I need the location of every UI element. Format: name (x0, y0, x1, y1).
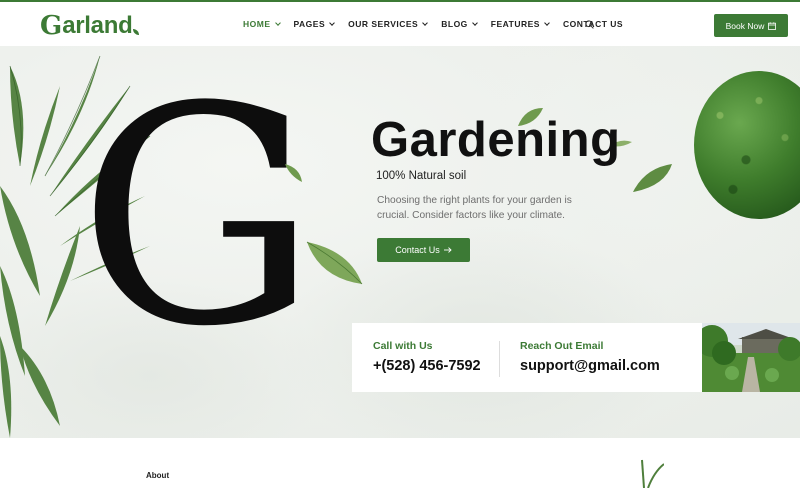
chevron-down-icon (274, 19, 281, 26)
nav-label: HOME (243, 19, 271, 29)
logo-leaf-icon (133, 29, 140, 35)
hero-section: G Gardening 100% Natural soil Choosing t… (0, 46, 800, 438)
contact-us-button[interactable]: Contact Us (377, 238, 470, 262)
chevron-down-icon (329, 19, 335, 26)
chevron-down-icon (544, 19, 550, 26)
main-nav: HOME PAGES OUR SERVICES BLOG FEATURES CO… (243, 16, 637, 32)
arrow-right-icon (443, 247, 452, 253)
site-logo[interactable]: Garland (40, 11, 140, 41)
book-now-button[interactable]: Book Now (714, 14, 788, 37)
email-block: Reach Out Email support@gmail.com (520, 340, 660, 374)
contact-info-box: Call with Us +(528) 456-7592 Reach Out E… (352, 323, 702, 392)
nav-item-blog[interactable]: BLOG (441, 16, 478, 32)
phone-number[interactable]: +(528) 456-7592 (373, 358, 481, 374)
site-header: Garland HOME PAGES OUR SERVICES BLOG FEA… (0, 2, 800, 46)
about-label: About (146, 471, 170, 480)
nav-item-pages[interactable]: PAGES (294, 16, 335, 32)
logo-initial: G (40, 11, 63, 41)
chevron-down-icon (422, 19, 429, 26)
email-label: Reach Out Email (520, 340, 604, 352)
nav-label: PAGES (293, 19, 326, 29)
about-section (0, 438, 800, 488)
chevron-down-icon (471, 19, 478, 26)
logo-text: arland (62, 12, 133, 39)
call-block: Call with Us +(528) 456-7592 (373, 340, 481, 374)
hero-headline: Gardening (371, 113, 621, 167)
hero-tagline: 100% Natural soil (376, 170, 467, 182)
nav-label: FEATURES (490, 19, 540, 29)
contact-us-label: Contact Us (395, 245, 440, 255)
garden-path-image (702, 323, 800, 392)
book-now-label: Book Now (725, 20, 765, 31)
hero-description: Choosing the right plants for your garde… (377, 195, 572, 221)
nav-item-features[interactable]: FEATURES (490, 16, 550, 32)
calendar-icon (768, 21, 777, 30)
nav-item-home[interactable]: HOME (243, 16, 281, 32)
nav-label: BLOG (441, 19, 468, 29)
plant-sprig-icon (641, 459, 664, 488)
email-address[interactable]: support@gmail.com (520, 358, 660, 374)
nav-label: OUR SERVICES (348, 19, 419, 29)
nav-item-our-services[interactable]: OUR SERVICES (348, 16, 429, 32)
search-icon[interactable] (585, 20, 594, 29)
divider (499, 341, 500, 377)
call-label: Call with Us (373, 340, 433, 352)
